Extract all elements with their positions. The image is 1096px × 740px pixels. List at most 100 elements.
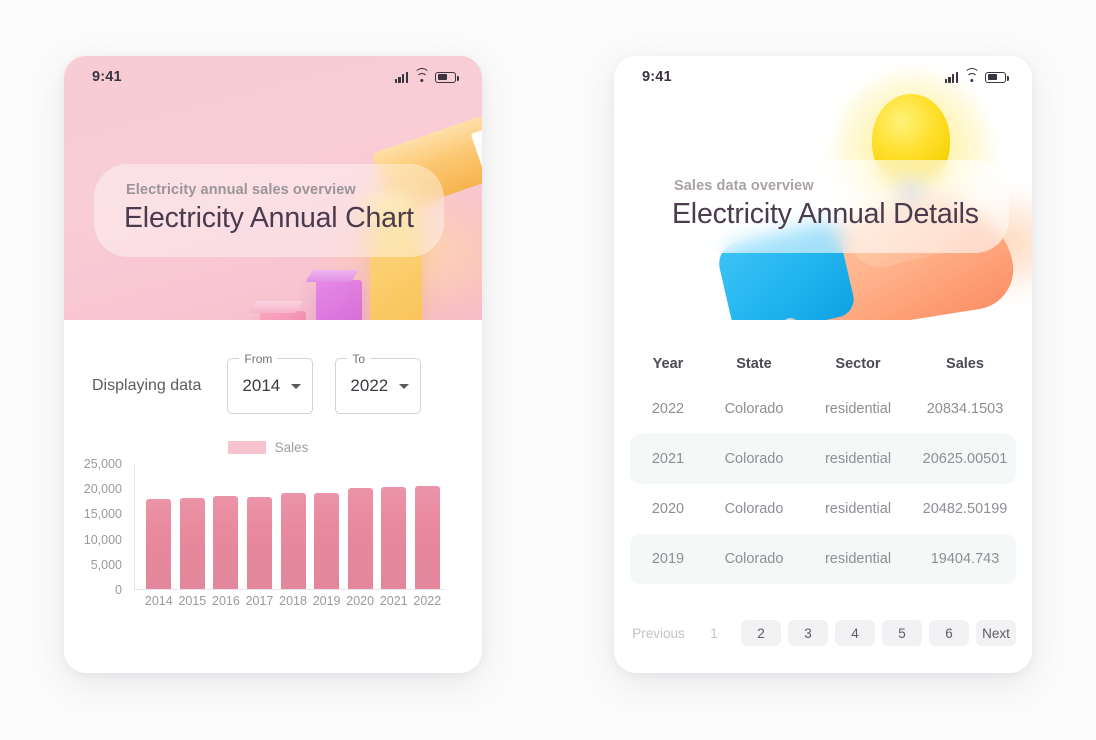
x-axis-tick: 2016: [212, 594, 240, 608]
table-row[interactable]: 2021 Colorado residential 20625.00501: [630, 434, 1016, 484]
chart-legend: Sales: [74, 436, 462, 458]
chevron-down-icon[interactable]: [291, 384, 302, 389]
page-root: 9:41 Electricity annual sales overview E…: [0, 0, 1096, 740]
wifi-icon: [963, 67, 980, 83]
table-row[interactable]: 2020 Colorado residential 20482.50199: [630, 484, 1016, 534]
table-row[interactable]: 2022 Colorado residential 20834.1503: [630, 384, 1016, 434]
chart-title-pill: Electricity annual sales overview Electr…: [94, 164, 444, 257]
legend-swatch-sales: [227, 440, 266, 454]
chart-bar[interactable]: [280, 493, 306, 589]
table-cell: 2019: [651, 551, 685, 567]
to-year-select[interactable]: To 2022: [335, 351, 422, 414]
table-header-row: Year State Sector Sales: [630, 344, 1016, 384]
status-bar: 9:41: [614, 56, 1032, 98]
y-axis-tick: 25,000: [83, 457, 122, 471]
chart-bar[interactable]: [246, 497, 272, 589]
chart-bar-column: [243, 464, 277, 589]
from-year-label: From: [239, 351, 278, 367]
table-cell: Colorado: [724, 451, 784, 467]
x-axis-tick: 2018: [279, 594, 307, 608]
pagination-page-6[interactable]: 6: [929, 620, 969, 646]
displaying-data-label: Displaying data: [92, 377, 202, 394]
chart-eyebrow: Electricity annual sales overview: [126, 182, 356, 198]
chart-bar[interactable]: [179, 498, 205, 589]
legend-label-sales: Sales: [274, 439, 309, 455]
status-bar: 9:41: [64, 56, 482, 98]
chart-bar-column: [176, 464, 210, 589]
table-row[interactable]: 2019 Colorado residential 19404.743: [630, 534, 1016, 584]
table-cell: 20834.1503: [926, 401, 1004, 417]
table-column-header: State: [736, 356, 772, 372]
table-cell: 2022: [651, 401, 685, 417]
pagination-page-5[interactable]: 5: [882, 620, 922, 646]
table-column-header: Sales: [946, 356, 984, 372]
pagination-page-4[interactable]: 4: [835, 620, 875, 646]
y-axis-tick: 0: [115, 583, 122, 597]
chart-phone-card: 9:41 Electricity annual sales overview E…: [64, 56, 482, 673]
x-axis-tick: 2015: [178, 594, 207, 608]
chart-y-axis: 25,000 20,000 15,000 10,000 5,000 0: [64, 457, 128, 597]
y-axis-tick: 15,000: [83, 507, 122, 522]
chart-hero: 9:41 Electricity annual sales overview E…: [64, 56, 482, 320]
x-axis-tick: 2020: [346, 594, 375, 608]
chart-bar[interactable]: [347, 487, 373, 589]
y-axis-tick: 10,000: [83, 532, 122, 547]
chart-bar-column: [142, 464, 176, 589]
table-cell: residential: [824, 451, 892, 467]
details-phone-card: 9:41 Sales data overview Electricity Ann…: [614, 56, 1032, 673]
status-icons: [944, 67, 1009, 83]
details-hero: 9:41 Sales data overview Electricity Ann…: [614, 56, 1032, 320]
status-time: 9:41: [92, 69, 122, 85]
table-body: 2022 Colorado residential 20834.1503 2021 Col…: [630, 384, 1016, 584]
from-year-select[interactable]: From 2014: [227, 351, 314, 414]
x-axis-tick: 2014: [144, 594, 173, 608]
y-axis-tick: 5,000: [90, 557, 122, 572]
chart-bar[interactable]: [414, 485, 440, 589]
table-column-header: Year: [652, 356, 684, 372]
table-cell: 2020: [651, 501, 685, 517]
pagination-next[interactable]: Next: [976, 620, 1016, 646]
table-cell: Colorado: [724, 401, 784, 417]
to-year-value: 2022: [350, 376, 389, 395]
table-cell: residential: [824, 551, 892, 567]
details-eyebrow: Sales data overview: [674, 178, 814, 194]
details-page-title: Electricity Annual Details: [672, 198, 979, 230]
signal-icon: [944, 71, 958, 83]
battery-icon: [435, 71, 459, 83]
table-cell: residential: [824, 501, 892, 517]
sales-details-table: Year State Sector Sales 2022 Colorado residen…: [614, 320, 1032, 646]
year-filter-row: Displaying data From 2014 To 2022: [64, 320, 482, 414]
wifi-icon: [413, 67, 430, 83]
chart-bar[interactable]: [381, 486, 407, 589]
x-axis-tick: 2021: [379, 594, 408, 608]
pagination-page-2[interactable]: 2: [741, 620, 781, 646]
chart-bar[interactable]: [314, 493, 340, 589]
details-title-pill: Sales data overview Electricity Annual D…: [642, 160, 1009, 253]
chart-plot-area: 25,000 20,000 15,000 10,000 5,000 0 2014 2015 2…: [64, 457, 462, 608]
sales-bar-chart: Sales 25,000 20,000 15,000 10,000 5,000 0 201…: [64, 436, 482, 616]
y-axis-tick: 20,000: [83, 482, 122, 497]
chart-bar[interactable]: [213, 496, 239, 589]
x-axis-tick: 2019: [312, 594, 341, 608]
status-time: 9:41: [642, 69, 672, 85]
chart-bar-column: [377, 464, 411, 589]
chart-x-axis: 2014 2015 2016 2017 2018 2019 2020 2021 2022: [142, 594, 444, 608]
table-cell: Colorado: [724, 551, 784, 567]
table-cell: residential: [824, 401, 892, 417]
table-cell: 2021: [651, 451, 685, 467]
hero-bar-medium: [316, 280, 362, 320]
pagination: Previous 1 2 3 4 5 6 Next: [630, 620, 1016, 646]
pagination-page-3[interactable]: 3: [788, 620, 828, 646]
pagination-previous: Previous: [632, 625, 685, 641]
pagination-page-1: 1: [710, 625, 718, 641]
x-axis-tick: 2022: [413, 594, 442, 608]
chevron-down-icon[interactable]: [399, 384, 410, 389]
chart-bar-column: [343, 464, 377, 589]
chart-body: Displaying data From 2014 To 2022 Sales: [64, 320, 482, 616]
chart-bar[interactable]: [146, 499, 172, 589]
table-cell: 20625.00501: [922, 451, 1008, 467]
table-cell: 20482.50199: [922, 501, 1008, 517]
to-year-label: To: [347, 351, 371, 367]
chart-bars: [142, 464, 444, 589]
table-cell: 19404.743: [930, 551, 1000, 567]
